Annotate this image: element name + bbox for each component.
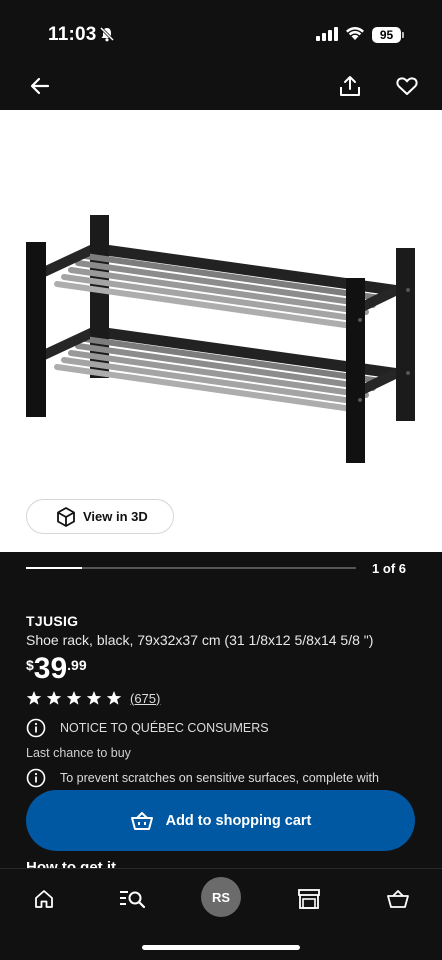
price-decimal: .99 <box>67 657 87 673</box>
share-icon <box>340 76 360 96</box>
info-icon <box>26 768 46 788</box>
heart-icon <box>396 77 418 95</box>
info-icon <box>26 718 46 738</box>
star-icon <box>86 691 102 705</box>
rating[interactable]: (675) <box>26 690 160 706</box>
star-icon <box>66 691 82 705</box>
last-chance-text: Last chance to buy <box>26 746 131 760</box>
product-brand: TJUSIG <box>26 613 79 629</box>
how-to-get-it-heading: How to get it <box>26 859 116 868</box>
favorite-button[interactable] <box>393 72 421 100</box>
scratch-notice[interactable]: To prevent scratches on sensitive surfac… <box>26 768 379 788</box>
cellular-signal-icon <box>316 27 338 41</box>
star-icon <box>106 691 122 705</box>
status-bar: 11:03 95 <box>0 0 442 62</box>
tab-home[interactable] <box>26 881 62 917</box>
shoe-rack-image <box>26 215 415 463</box>
home-icon <box>35 890 53 908</box>
cube-icon <box>57 507 75 527</box>
basket-icon <box>387 890 409 908</box>
star-icon <box>26 691 42 705</box>
battery-indicator: 95 <box>372 27 401 43</box>
search-list-icon <box>120 891 145 909</box>
gallery-counter: 1 of 6 <box>372 561 406 576</box>
price-currency: $ <box>26 657 34 673</box>
add-to-cart-label: Add to shopping cart <box>165 812 312 829</box>
status-time: 11:03 <box>48 24 97 45</box>
quebec-notice[interactable]: NOTICE TO QUÉBEC CONSUMERS <box>26 718 269 738</box>
product-description: Shoe rack, black, 79x32x37 cm (31 1/8x12… <box>26 632 374 648</box>
share-button[interactable] <box>336 72 364 100</box>
store-icon <box>298 889 320 909</box>
product-image-panel[interactable]: View in 3D <box>0 110 442 552</box>
star-icon <box>46 691 62 705</box>
battery-tip <box>402 32 404 38</box>
tab-stores[interactable] <box>291 881 327 917</box>
wifi-icon <box>346 27 364 40</box>
add-to-cart-button[interactable]: Add to shopping cart <box>26 790 415 851</box>
tab-cart[interactable] <box>380 881 416 917</box>
back-button[interactable] <box>26 72 54 100</box>
tab-search[interactable] <box>114 881 150 917</box>
bell-off-icon <box>99 26 115 42</box>
scratch-notice-text: To prevent scratches on sensitive surfac… <box>60 771 379 785</box>
product-price: $ 39 .99 <box>26 653 87 685</box>
basket-icon <box>130 811 153 830</box>
arrow-left-icon <box>30 77 50 95</box>
view-in-3d-button[interactable]: View in 3D <box>26 499 174 534</box>
review-count-link[interactable]: (675) <box>130 691 160 706</box>
home-indicator <box>142 945 300 950</box>
quebec-notice-text: NOTICE TO QUÉBEC CONSUMERS <box>60 721 269 735</box>
price-integer: 39 <box>33 652 68 685</box>
gallery-progress <box>26 567 356 569</box>
gallery-progress-fill <box>26 567 83 569</box>
tab-profile-avatar[interactable]: RS <box>201 877 241 917</box>
view-in-3d-label: View in 3D <box>83 509 148 524</box>
app-header <box>0 62 442 110</box>
